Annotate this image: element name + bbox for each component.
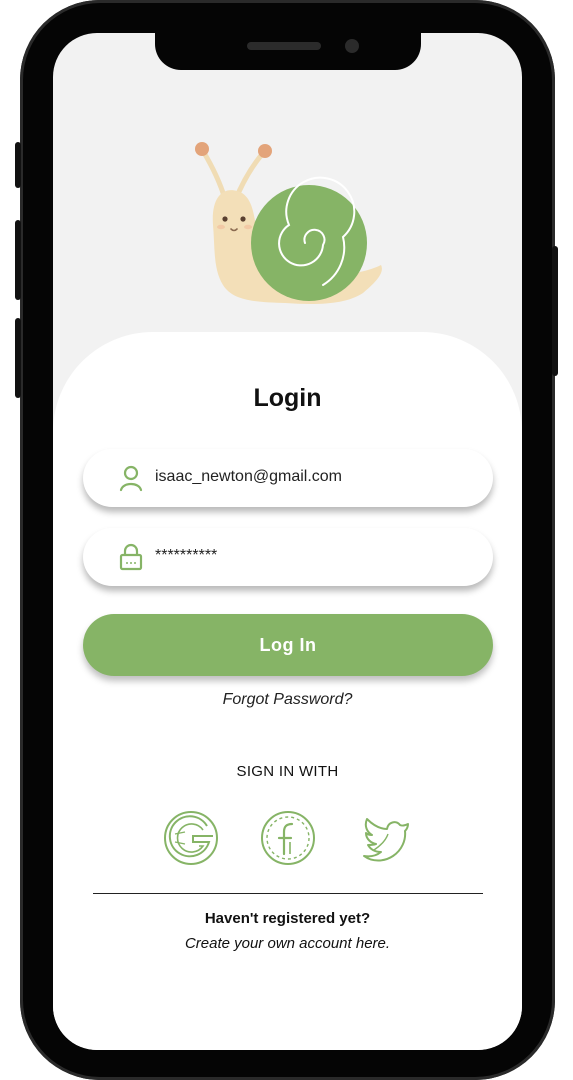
divider-line	[93, 893, 483, 894]
login-card: Login isaac_newton@gmail.com ********** …	[53, 332, 522, 1050]
email-value: isaac_newton@gmail.com	[155, 468, 342, 485]
password-value: **********	[155, 547, 218, 564]
facebook-icon[interactable]	[260, 810, 316, 866]
phone-side-button	[552, 246, 558, 376]
login-title: Login	[253, 384, 322, 412]
user-icon	[119, 465, 143, 492]
sign-in-with-heading: SIGN IN WITH	[236, 763, 339, 780]
phone-side-button	[15, 220, 21, 300]
phone-screen: Login isaac_newton@gmail.com ********** …	[53, 33, 522, 1050]
login-button[interactable]: Log In	[83, 614, 493, 676]
create-account-link[interactable]: Create your own account here.	[53, 935, 522, 952]
front-camera	[345, 39, 359, 53]
snail-mascot	[195, 142, 382, 304]
phone-notch	[155, 33, 421, 70]
phone-side-button	[15, 318, 21, 398]
lock-icon	[119, 543, 143, 571]
password-field[interactable]: **********	[83, 528, 493, 586]
twitter-icon[interactable]	[358, 810, 414, 866]
forgot-password-link[interactable]: Forgot Password?	[53, 691, 522, 709]
google-icon[interactable]	[163, 810, 219, 866]
speaker-grille	[247, 42, 321, 50]
register-prompt: Haven't registered yet?	[204, 910, 371, 927]
email-field[interactable]: isaac_newton@gmail.com	[83, 449, 493, 507]
phone-side-button	[15, 142, 21, 188]
